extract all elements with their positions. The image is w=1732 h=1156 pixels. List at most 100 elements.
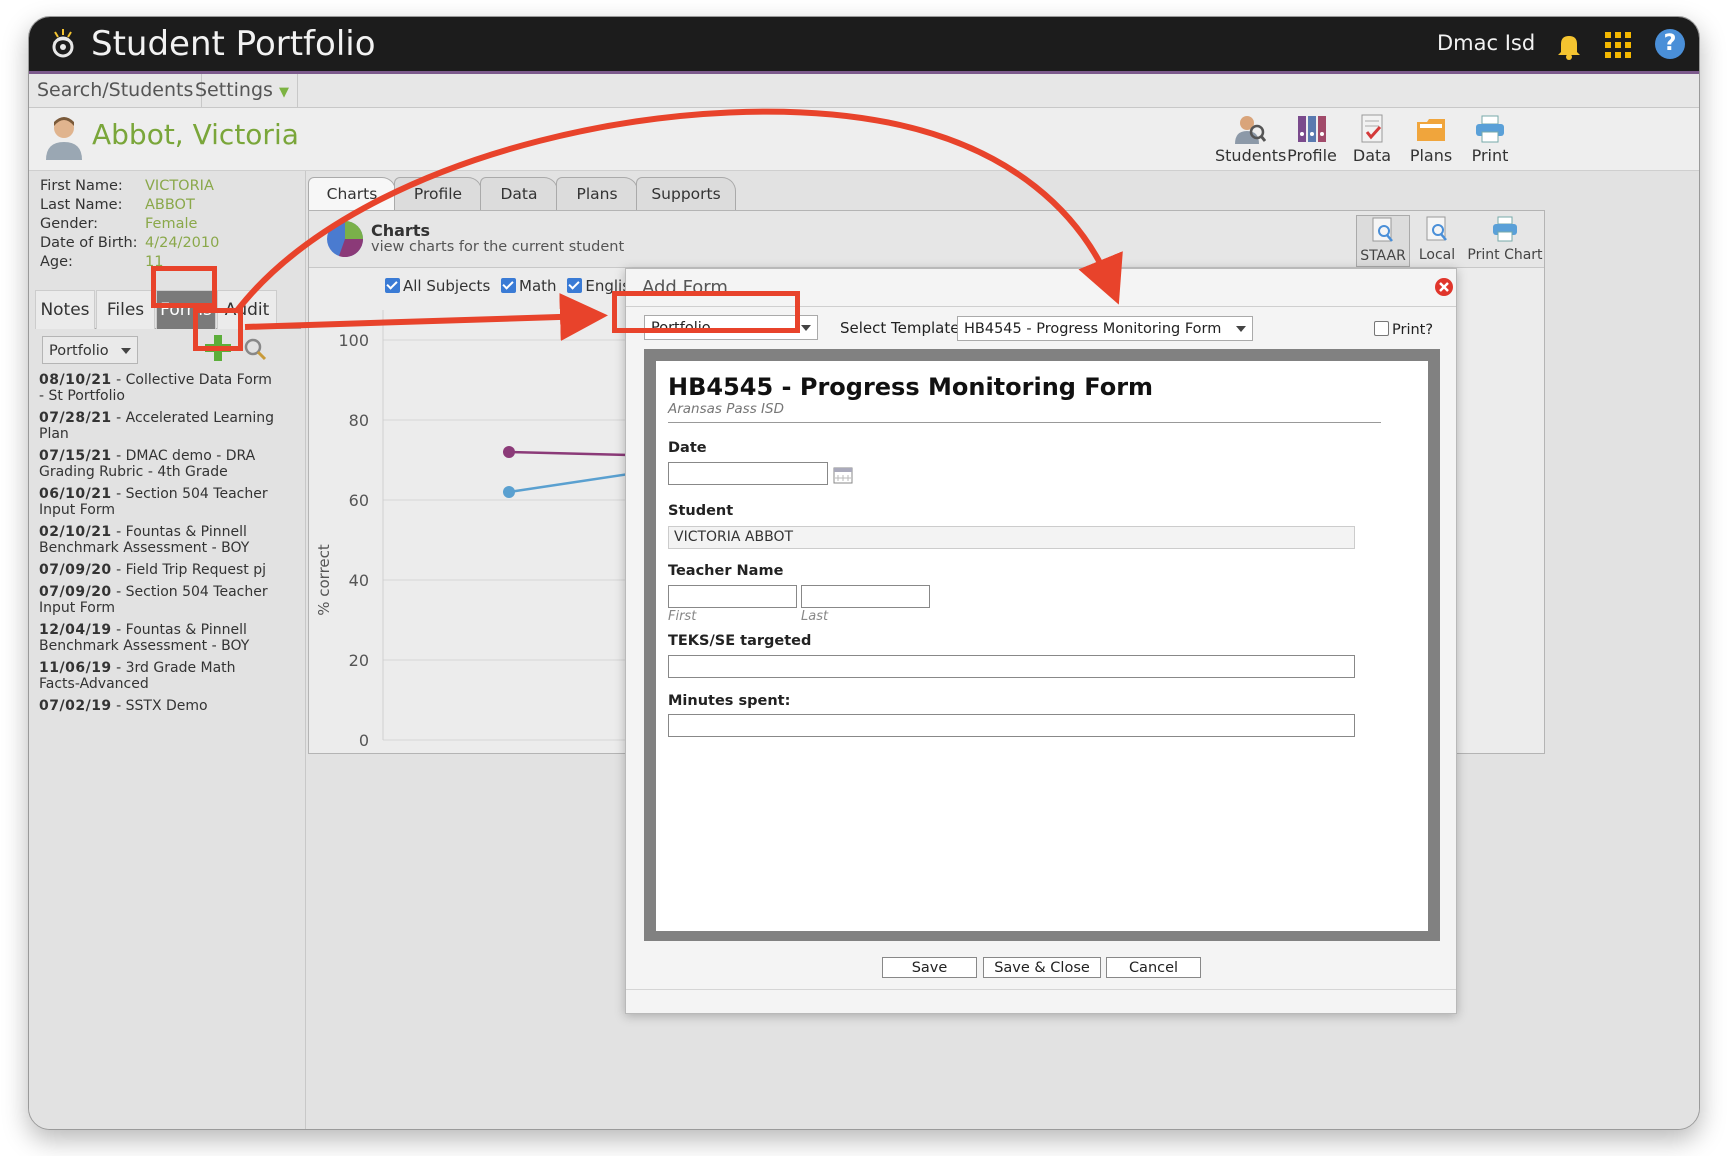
user-name[interactable]: Dmac Isd (1437, 31, 1535, 55)
form-list-item[interactable]: 07/15/21 - DMAC demo - DRA Grading Rubric… (39, 448, 301, 480)
cancel-button[interactable]: Cancel (1106, 957, 1201, 978)
plans-button[interactable]: Plans (1400, 114, 1462, 168)
staar-button[interactable]: STAAR (1356, 215, 1410, 267)
series-line (508, 472, 629, 494)
bell-icon[interactable] (1553, 29, 1585, 61)
apps-grid-icon[interactable] (1605, 32, 1631, 58)
data-point (503, 486, 515, 498)
app-window: Student Portfolio Dmac Isd ? Search/Stud… (28, 16, 1700, 1130)
top-bar: Student Portfolio Dmac Isd ? (29, 17, 1699, 74)
forms-list: 08/10/21 - Collective Data Form - St Port… (39, 372, 301, 720)
student-label: Student (668, 503, 734, 519)
students-button[interactable]: Students (1215, 114, 1287, 168)
student-name: Abbot, Victoria (92, 118, 299, 151)
info-value-last-name: ABBOT (145, 197, 195, 213)
form-date: 07/15/21 (39, 448, 112, 464)
checkbox-checked-icon (385, 278, 400, 293)
dialog-footer-divider (626, 989, 1456, 990)
form-list-item[interactable]: 07/09/20 - Section 504 Teacher Input Form (39, 584, 301, 616)
form-date: 11/06/19 (39, 660, 112, 676)
y-tick-label: 0 (359, 731, 369, 750)
teks-field[interactable] (668, 655, 1355, 678)
form-list-item[interactable]: 06/10/21 - Section 504 Teacher Input Form (39, 486, 301, 518)
form-title-cont: Grading Rubric - 4th Grade (39, 464, 228, 480)
tab-notes[interactable]: Notes (35, 290, 95, 329)
local-report-icon (1426, 216, 1447, 241)
form-category-dropdown[interactable]: Portfolio (42, 336, 138, 364)
student-field: VICTORIA ABBOT (668, 526, 1355, 549)
info-label-gender: Gender: (40, 216, 99, 232)
series-line (508, 450, 629, 457)
template-select[interactable]: HB4545 - Progress Monitoring Form (957, 316, 1253, 341)
form-date: 07/09/20 (39, 584, 112, 600)
template-label: Select Template: (840, 319, 965, 337)
students-label: Students (1215, 146, 1287, 165)
print-checkbox-label: Print? (1392, 322, 1434, 338)
menu-bar: Search/Students Settings ▼ (29, 74, 1699, 108)
tab-profile[interactable]: Profile (394, 177, 482, 210)
print-checkbox[interactable] (1374, 321, 1389, 336)
date-field[interactable] (668, 462, 828, 485)
form-preview-frame: HB4545 - Progress Monitoring Form Aransa… (644, 349, 1440, 941)
form-list-item[interactable]: 11/06/19 - 3rd Grade Math Facts-Advanced (39, 660, 301, 692)
tab-files[interactable]: Files (96, 290, 155, 329)
filter-math-label: Math (519, 277, 557, 295)
tab-supports[interactable]: Supports (636, 177, 736, 210)
date-label: Date (668, 440, 707, 456)
calendar-icon[interactable] (833, 466, 853, 484)
profile-button[interactable]: Profile (1281, 114, 1343, 168)
teacher-first-name-field[interactable] (668, 585, 797, 608)
form-list-item[interactable]: 07/28/21 - Accelerated Learning Plan (39, 410, 301, 442)
student-side-panel: First Name: VICTORIA Last Name: ABBOT Ge… (29, 171, 306, 1129)
plans-folder-icon (1417, 119, 1445, 141)
form-title: - Section 504 Teacher (111, 584, 268, 600)
student-avatar-icon (46, 117, 82, 160)
form-list-item[interactable]: 02/10/21 - Fountas & Pinnell Benchmark As… (39, 524, 301, 556)
staar-label: STAAR (1360, 248, 1406, 264)
form-district: Aransas Pass ISD (668, 401, 784, 417)
tab-plans[interactable]: Plans (556, 177, 638, 210)
print-chart-label: Print Chart (1467, 247, 1543, 263)
search-icon[interactable] (243, 337, 267, 361)
form-list-item[interactable]: 07/02/19 - SSTX Demo (39, 698, 301, 714)
form-date: 02/10/21 (39, 524, 112, 540)
form-list-item[interactable]: 08/10/21 - Collective Data Form - St Port… (39, 372, 301, 404)
print-button[interactable]: Print (1459, 114, 1521, 168)
form-title: - Field Trip Request pj (111, 562, 266, 578)
info-value-gender: Female (145, 216, 198, 232)
filter-all-subjects[interactable]: All Subjects (385, 277, 490, 295)
form-title-cont: Input Form (39, 502, 115, 518)
chevron-down-icon (121, 348, 131, 354)
form-title-cont: Benchmark Assessment - BOY (39, 638, 250, 654)
first-hint: First (668, 609, 697, 624)
y-axis-label: % correct (315, 544, 333, 616)
data-point (503, 446, 515, 458)
category-select-highlight (612, 291, 800, 333)
form-title: - Section 504 Teacher (111, 486, 268, 502)
form-title-cont: - St Portfolio (39, 388, 125, 404)
info-label-last-name: Last Name: (40, 197, 123, 213)
tab-charts[interactable]: Charts (308, 177, 396, 212)
save-button[interactable]: Save (882, 957, 977, 978)
chevron-down-icon: ▼ (278, 85, 289, 100)
close-icon[interactable] (1434, 277, 1454, 297)
form-title: - DMAC demo - DRA (111, 448, 256, 464)
form-list-item[interactable]: 07/09/20 - Field Trip Request pj (39, 562, 301, 578)
print-chart-button[interactable]: Print Chart (1467, 215, 1543, 265)
checkbox-checked-icon (501, 278, 517, 293)
save-close-button[interactable]: Save & Close (983, 957, 1101, 978)
menu-search-students[interactable]: Search/Students (29, 74, 203, 107)
tab-data[interactable]: Data (480, 177, 558, 210)
form-divider (668, 422, 1381, 423)
form-list-item[interactable]: 12/04/19 - Fountas & Pinnell Benchmark As… (39, 622, 301, 654)
help-icon[interactable]: ? (1655, 29, 1685, 59)
minutes-field[interactable] (668, 714, 1355, 737)
menu-settings[interactable]: Settings ▼ (187, 74, 298, 107)
app-logo-icon (52, 29, 74, 58)
local-button[interactable]: Local (1412, 215, 1462, 265)
data-button[interactable]: Data (1341, 114, 1403, 168)
form-title-cont: Benchmark Assessment - BOY (39, 540, 250, 556)
staar-report-icon (1372, 217, 1393, 242)
filter-math[interactable]: Math (501, 277, 557, 295)
teacher-last-name-field[interactable] (801, 585, 930, 608)
